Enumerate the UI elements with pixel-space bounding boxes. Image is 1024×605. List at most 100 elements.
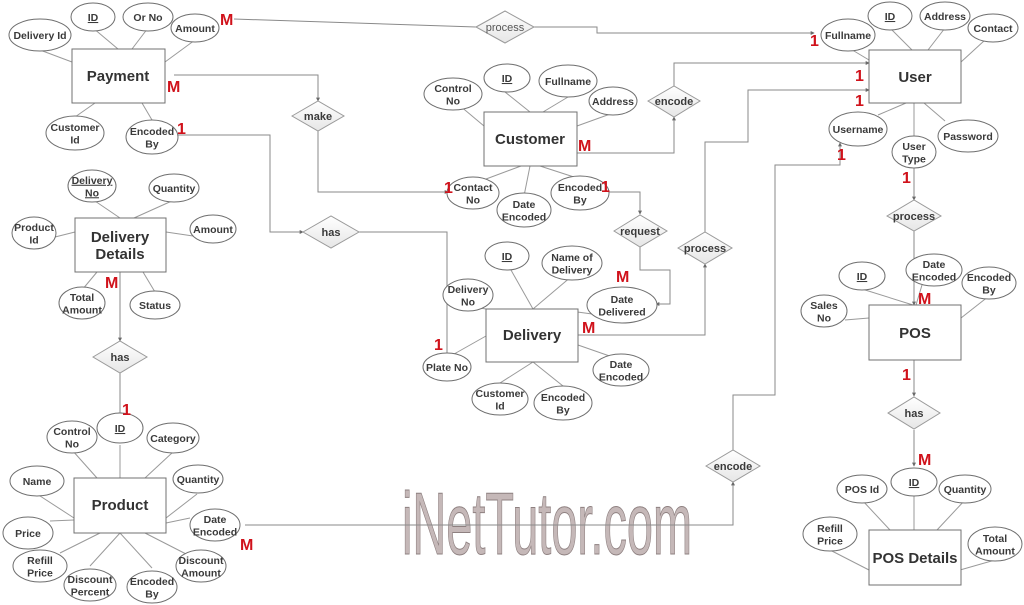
attribute-delivery-name-of-delivery[interactable]: Name ofDelivery <box>541 245 603 281</box>
attribute-payment-id[interactable]: ID <box>70 2 116 32</box>
attribute-pos-encoded-by[interactable]: EncodedBy <box>961 266 1017 300</box>
attribute-pos-details-refill-price[interactable]: RefillPrice <box>802 516 858 552</box>
attribute-label: By <box>145 138 159 150</box>
entity-product[interactable]: Product <box>73 477 167 534</box>
card-request-date-delivered: M <box>616 269 629 286</box>
attribute-delivery-customer-id[interactable]: CustomerId <box>471 382 529 416</box>
attribute-pos-details-id[interactable]: ID <box>890 467 938 497</box>
entity-delivery-details[interactable]: Delivery Details <box>74 217 167 273</box>
attribute-product-encoded-by[interactable]: EncodedBy <box>126 570 178 604</box>
relationship-make[interactable]: make <box>290 100 346 132</box>
attribute-payment-encoded-by[interactable]: EncodedBy <box>125 119 179 155</box>
attribute-customer-address[interactable]: Address <box>588 86 638 116</box>
attribute-product-control-no[interactable]: ControlNo <box>46 420 98 454</box>
attribute-product-quantity[interactable]: Quantity <box>172 464 224 494</box>
attribute-customer-fullname[interactable]: Fullname <box>538 64 598 98</box>
relationship-encode-product[interactable]: encode <box>705 449 761 483</box>
relationship-has-pos[interactable]: has <box>887 396 941 430</box>
attribute-label: No <box>817 312 831 324</box>
attribute-user-user-type[interactable]: UserType <box>891 135 937 169</box>
attribute-user-password[interactable]: Password <box>937 119 999 153</box>
attribute-label: Encoded <box>130 576 174 588</box>
attribute-label: Quantity <box>153 183 196 195</box>
relationship-has-payment-delivery[interactable]: has <box>301 215 361 249</box>
attribute-label: ID <box>909 477 920 489</box>
card-has-posdetails-id: M <box>918 452 931 469</box>
attribute-user-contact[interactable]: Contact <box>967 13 1019 43</box>
entity-user[interactable]: User <box>868 49 962 104</box>
attribute-pos-id[interactable]: ID <box>838 261 886 291</box>
attribute-pos-details-quantity[interactable]: Quantity <box>938 474 992 504</box>
attribute-delivery-details-amount[interactable]: Amount <box>189 214 237 244</box>
attribute-label: Control <box>434 83 471 95</box>
attribute-delivery-details-quantity[interactable]: Quantity <box>148 173 200 203</box>
attribute-label: Refill <box>27 555 53 567</box>
attribute-delivery-details-product-id[interactable]: ProductId <box>11 216 57 250</box>
attribute-customer-control-no[interactable]: ControlNo <box>423 77 483 111</box>
entity-payment[interactable]: Payment <box>71 48 166 104</box>
relationship-encode-customer[interactable]: encode <box>647 85 701 118</box>
attribute-label: Control <box>53 426 90 438</box>
card-process-fullname: 1 <box>810 33 819 50</box>
attribute-label: Contact <box>973 23 1013 35</box>
attribute-product-price[interactable]: Price <box>2 516 54 550</box>
entity-delivery[interactable]: Delivery <box>485 308 579 363</box>
attribute-product-id[interactable]: ID <box>96 412 144 444</box>
attribute-pos-sales-no[interactable]: SalesNo <box>800 294 848 328</box>
attribute-delivery-date-delivered[interactable]: DateDelivered <box>586 286 658 324</box>
attribute-payment-delivery-id[interactable]: Delivery Id <box>8 18 72 52</box>
attribute-label: Encoded <box>130 126 174 138</box>
connector-encodedby-request <box>609 191 642 215</box>
attribute-delivery-details-delivery-no[interactable]: DeliveryNo <box>67 169 117 203</box>
attribute-label: Quantity <box>177 474 220 486</box>
connectors <box>118 18 916 526</box>
entity-pos[interactable]: POS <box>868 304 962 361</box>
attribute-customer-date-encoded[interactable]: DateEncoded <box>496 192 552 228</box>
attribute-product-name[interactable]: Name <box>9 465 65 497</box>
relationship-has-details-product[interactable]: has <box>92 340 148 374</box>
attribute-user-fullname[interactable]: Fullname <box>820 18 876 52</box>
attribute-label: Discount <box>179 555 224 567</box>
attribute-delivery-delivery-no[interactable]: DeliveryNo <box>442 278 494 312</box>
attribute-delivery-details-total-amount[interactable]: TotalAmount <box>58 286 106 320</box>
attribute-pos-details-total-amount[interactable]: TotalAmount <box>967 526 1023 562</box>
relationship-process-pos[interactable]: process <box>885 199 943 232</box>
attribute-user-username[interactable]: Username <box>828 111 888 147</box>
attribute-delivery-date-encoded[interactable]: DateEncoded <box>592 353 650 387</box>
attribute-payment-or-no[interactable]: Or No <box>122 2 174 32</box>
attribute-pos-details-pos-id[interactable]: POS Id <box>836 474 888 504</box>
attribute-delivery-encoded-by[interactable]: EncodedBy <box>533 385 593 421</box>
attribute-user-id[interactable]: ID <box>867 1 913 31</box>
svg-text:Delivery: Delivery <box>503 327 562 344</box>
connector-payment-make <box>174 74 320 102</box>
attribute-label: Fullname <box>825 30 871 42</box>
attribute-label: Address <box>592 96 634 108</box>
entity-customer[interactable]: Customer <box>483 111 578 167</box>
attribute-customer-contact-no[interactable]: ContactNo <box>446 176 500 210</box>
attribute-label: User <box>902 141 925 153</box>
attribute-label: Delivery <box>72 175 113 187</box>
attribute-product-category[interactable]: Category <box>146 422 200 454</box>
attribute-pos-date-encoded[interactable]: DateEncoded <box>905 253 963 287</box>
attribute-label: Price <box>27 567 53 579</box>
svg-text:has: has <box>322 227 341 239</box>
attribute-delivery-plate-no[interactable]: Plate No <box>422 352 472 382</box>
attribute-delivery-id[interactable]: ID <box>484 241 530 271</box>
attribute-payment-amount[interactable]: Amount <box>170 13 220 43</box>
relationship-request[interactable]: request <box>613 214 668 248</box>
svg-text:POS: POS <box>899 325 931 342</box>
svg-text:Payment: Payment <box>87 68 150 85</box>
attribute-product-discount-percent[interactable]: DiscountPercent <box>63 568 117 602</box>
attribute-delivery-details-status[interactable]: Status <box>129 290 181 320</box>
attribute-payment-customer-id[interactable]: CustomerId <box>45 115 105 151</box>
attribute-label: Total <box>983 533 1007 545</box>
relationship-process-top[interactable]: process <box>474 10 536 44</box>
attribute-product-date-encoded[interactable]: DateEncoded <box>189 508 241 542</box>
relationship-process-delivery[interactable]: process <box>677 231 733 265</box>
attribute-customer-id[interactable]: ID <box>483 63 531 93</box>
attribute-label: Date <box>611 294 634 306</box>
entity-pos-details[interactable]: POS Details <box>868 529 962 586</box>
attribute-user-address[interactable]: Address <box>919 1 971 31</box>
attribute-product-discount-amount[interactable]: DiscountAmount <box>175 549 227 583</box>
attribute-product-refill-price[interactable]: RefillPrice <box>12 549 68 583</box>
